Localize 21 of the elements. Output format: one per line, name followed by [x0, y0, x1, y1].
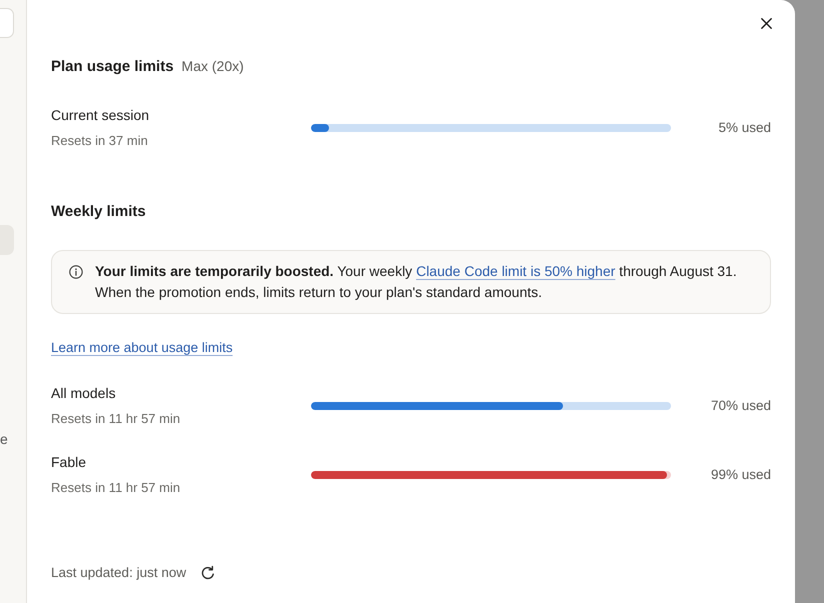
usage-reading: 99% used: [710, 466, 771, 484]
learn-more-link[interactable]: Learn more about usage limits: [51, 338, 233, 358]
reset-time: Resets in 11 hr 57 min: [51, 410, 182, 428]
meter-label: Current session: [51, 106, 150, 125]
usage-reading: 70% used: [710, 396, 771, 415]
notice-text: Your limits are temporarily boosted. Your weekly Claude Code limit is 50% higher through August 31. When the promotion ends, limits return to your plan's standard amounts.: [95, 262, 738, 302]
section-title: Weekly limits: [51, 202, 147, 222]
sidebar-item[interactable]: e: [0, 429, 14, 449]
reset-time: Resets in 37 min: [51, 132, 149, 150]
dialog-title: Plan usage limits: [51, 57, 174, 77]
reset-time: Resets in 11 hr 57 min: [51, 479, 182, 497]
plan-name: Max (20x): [182, 57, 244, 76]
refresh-icon: [200, 565, 216, 581]
last-updated-text: Last updated: just now: [51, 564, 186, 582]
meter-label: All models: [51, 384, 117, 403]
refresh-button[interactable]: [200, 565, 216, 581]
close-icon: [760, 18, 772, 28]
notice-link[interactable]: Claude Code limit is 50% higher: [416, 263, 616, 279]
info-icon: [69, 265, 83, 279]
usage-reading: 5% used: [717, 118, 771, 137]
meter-label: Fable: [51, 453, 88, 472]
